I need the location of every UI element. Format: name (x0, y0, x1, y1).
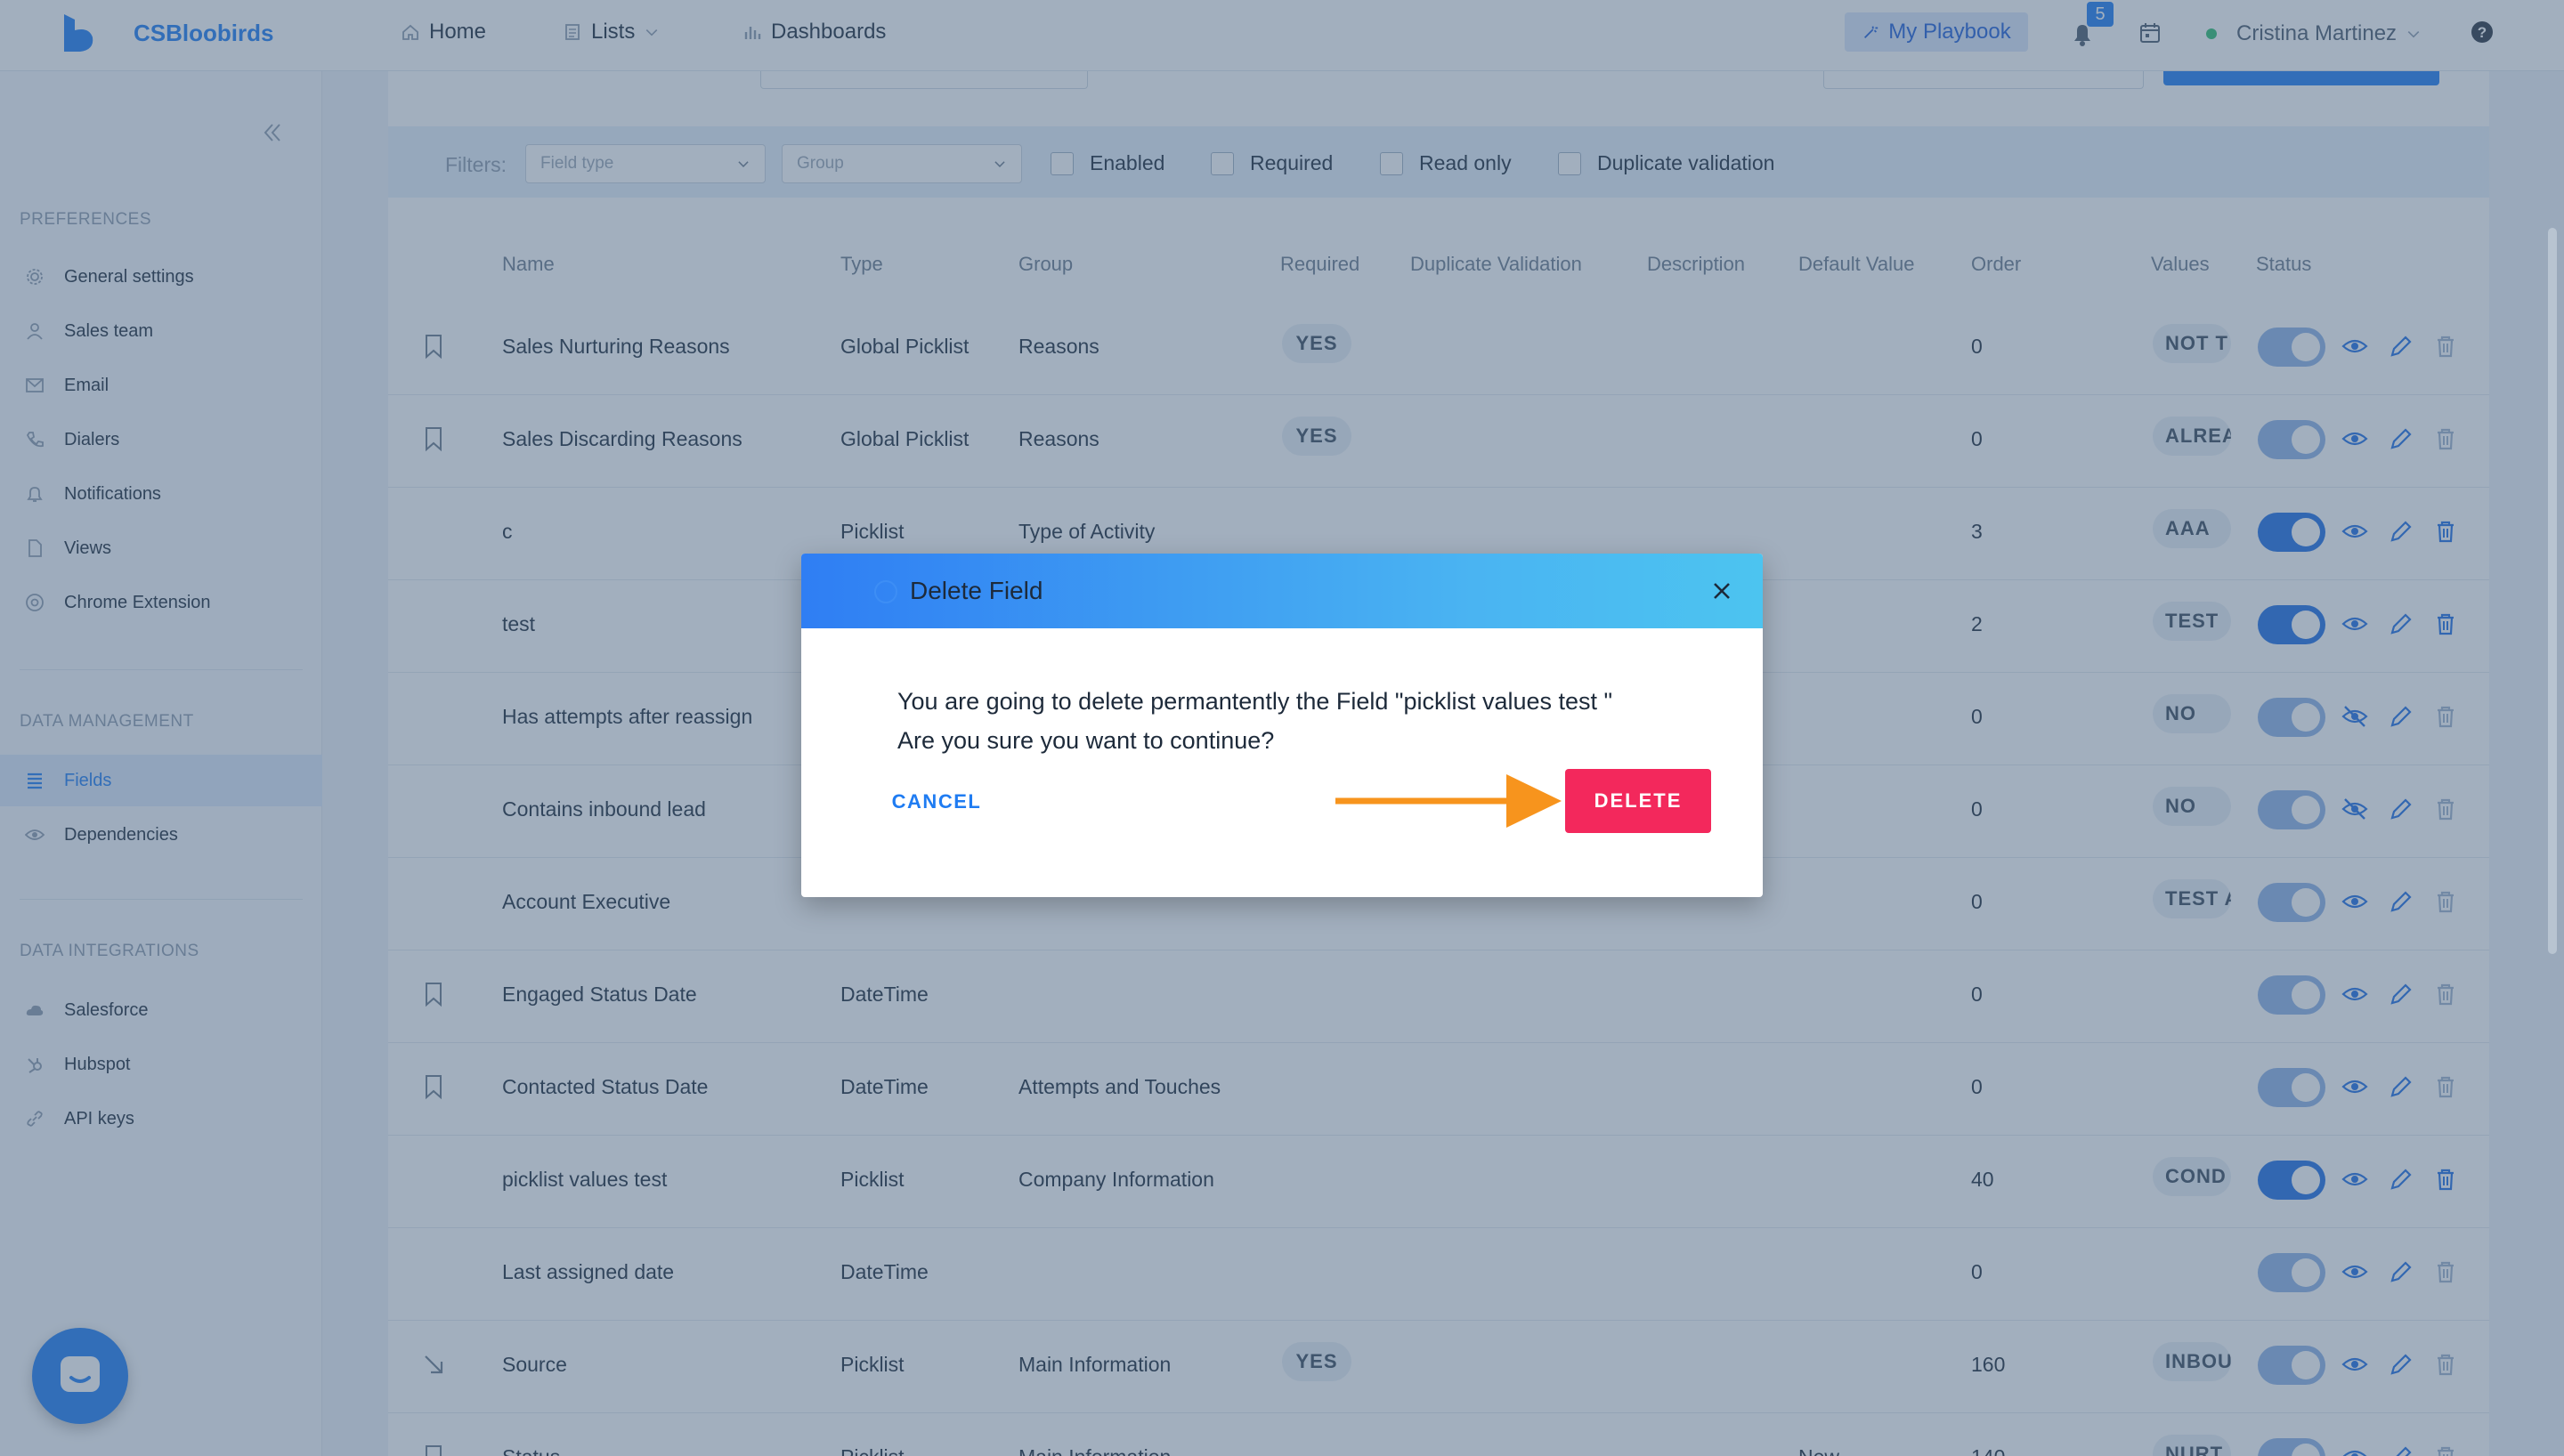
modal-header: Delete Field (801, 554, 1763, 628)
page-scrollbar[interactable] (2548, 228, 2557, 954)
annotation-arrow-icon (1335, 774, 1562, 828)
modal-message-line-1: You are going to delete permantently the… (897, 688, 1613, 715)
close-icon[interactable] (1709, 578, 1734, 603)
delete-field-modal: Delete Field You are going to delete per… (801, 554, 1763, 897)
cancel-button[interactable]: CANCEL (883, 783, 990, 821)
modal-message-line-2: Are you sure you want to continue? (897, 727, 1275, 754)
modal-title: Delete Field (910, 577, 1043, 604)
delete-button[interactable]: DELETE (1565, 769, 1711, 833)
modal-message: You are going to delete permantently the… (897, 682, 1612, 760)
info-icon (874, 580, 897, 603)
